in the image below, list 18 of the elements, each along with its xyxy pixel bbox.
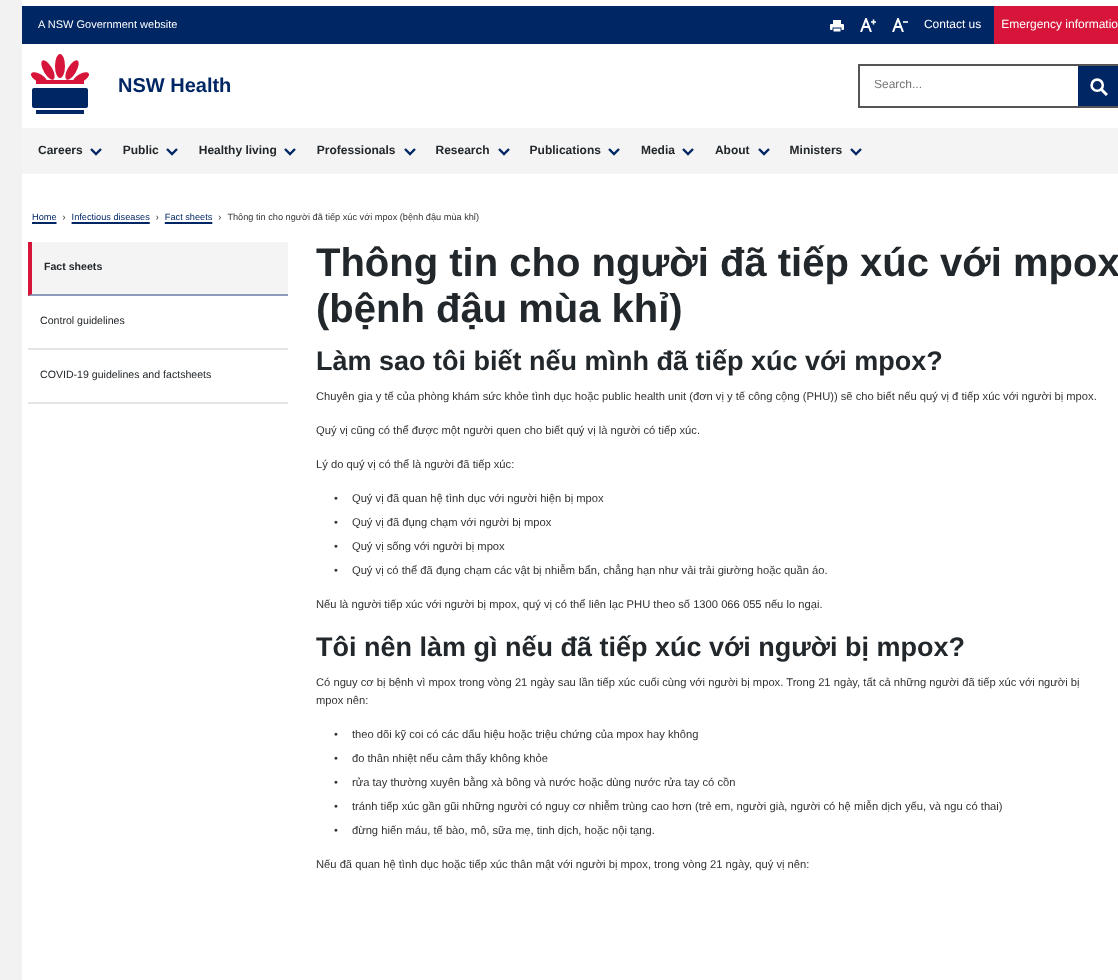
section-heading: Làm sao tôi biết nếu mình đã tiếp xúc với mpox? [316, 346, 945, 376]
decrease-text-icon[interactable] [891, 18, 908, 32]
search-icon [1089, 77, 1107, 95]
chevron-icon [757, 147, 770, 155]
site-name[interactable]: NSW Health [118, 75, 858, 97]
nsw-logo [30, 54, 90, 118]
print-icon[interactable] [829, 19, 844, 31]
chevron-icon [608, 147, 621, 155]
chevron-icon [850, 147, 863, 155]
chevron-icon [682, 147, 695, 155]
chevron-icon [90, 147, 103, 155]
chevron-icon [403, 147, 416, 155]
search-button[interactable] [1078, 66, 1118, 106]
increase-text-icon[interactable] [859, 18, 876, 32]
chevron-icon [497, 147, 510, 155]
section-heading: Tôi nên làm gì nếu đã tiếp xúc với người bị mpox? [316, 632, 968, 662]
chevron-icon [284, 147, 297, 155]
chevron-icon [166, 147, 179, 155]
